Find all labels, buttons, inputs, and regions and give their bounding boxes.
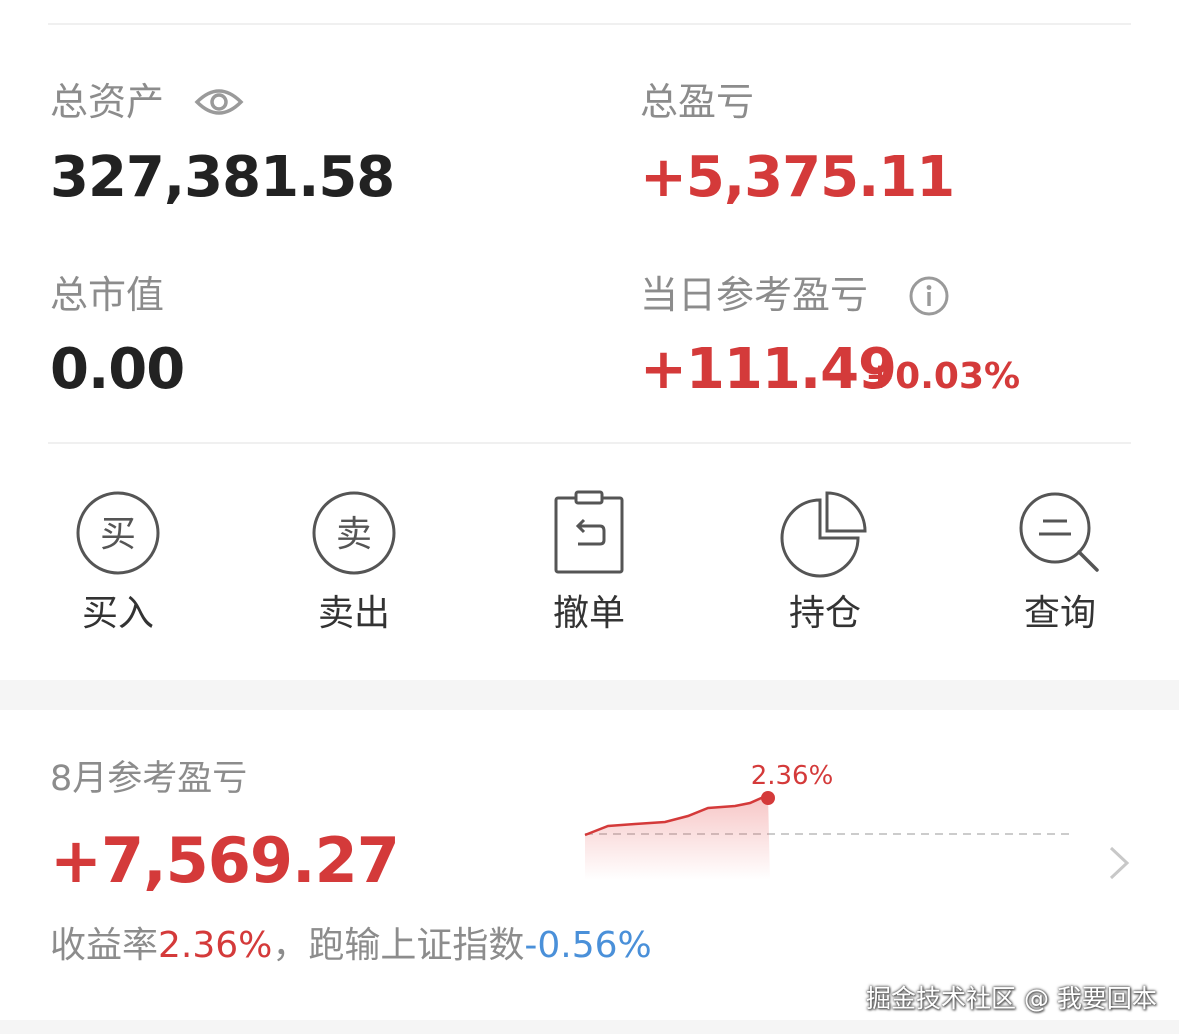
sell-icon-glyph: 卖 bbox=[336, 514, 372, 555]
cancel-order-button[interactable]: 撤单 bbox=[499, 488, 679, 632]
chevron-right-icon[interactable] bbox=[1106, 845, 1132, 881]
sell-icon: 卖 bbox=[312, 491, 396, 575]
eye-icon[interactable] bbox=[194, 82, 244, 122]
bottom-gap bbox=[0, 1020, 1179, 1034]
benchmark-compare-value: -0.56% bbox=[524, 925, 652, 966]
pie-chart-icon bbox=[780, 491, 867, 578]
total-assets-value: 327,381.58 bbox=[50, 145, 395, 210]
market-value-label: 总市值 bbox=[50, 273, 165, 317]
chart-point-label: 2.36% bbox=[751, 761, 834, 791]
return-rate-value: 2.36% bbox=[158, 925, 273, 966]
summary-divider bbox=[48, 442, 1131, 444]
sell-button[interactable]: 卖 卖出 bbox=[264, 488, 444, 632]
monthly-pnl-value: +7,569.27 bbox=[50, 824, 400, 897]
chart-area bbox=[585, 795, 770, 880]
query-label: 查询 bbox=[1023, 593, 1096, 634]
daily-pnl-value: +111.49 bbox=[640, 337, 897, 402]
section-gap bbox=[0, 680, 1179, 710]
return-rate-line: 收益率2.36%，跑输上证指数-0.56% bbox=[50, 928, 652, 964]
total-pnl-value: +5,375.11 bbox=[640, 145, 955, 210]
buy-label: 买入 bbox=[81, 593, 154, 634]
info-icon[interactable] bbox=[908, 275, 950, 317]
buy-icon: 买 bbox=[76, 491, 160, 575]
chart-end-point bbox=[761, 791, 775, 805]
sell-label: 卖出 bbox=[317, 593, 390, 634]
query-button[interactable]: 查询 bbox=[970, 488, 1150, 632]
search-icon bbox=[1019, 492, 1099, 572]
top-divider bbox=[48, 23, 1131, 25]
daily-pnl-percent: +0.03% bbox=[865, 356, 1021, 397]
total-assets-label: 总资产 bbox=[50, 80, 165, 124]
cancel-order-label: 撤单 bbox=[552, 593, 625, 634]
benchmark-compare-label: ，跑输上证指数 bbox=[272, 925, 525, 966]
positions-button[interactable]: 持仓 bbox=[735, 488, 915, 632]
market-value-value: 0.00 bbox=[50, 337, 185, 402]
monthly-pnl-chart: 2.36% bbox=[584, 761, 1075, 880]
watermark: 掘金技术社区 @ 我要回本 bbox=[866, 984, 1157, 1013]
return-rate-label: 收益率 bbox=[50, 925, 159, 966]
daily-pnl-label: 当日参考盈亏 bbox=[640, 273, 869, 317]
total-pnl-label: 总盈亏 bbox=[640, 80, 755, 124]
buy-button[interactable]: 买 买入 bbox=[28, 488, 208, 632]
monthly-pnl-label: 8月参考盈亏 bbox=[50, 759, 248, 799]
buy-icon-glyph: 买 bbox=[100, 514, 136, 555]
positions-label: 持仓 bbox=[788, 593, 861, 634]
clipboard-undo-icon bbox=[554, 490, 624, 574]
